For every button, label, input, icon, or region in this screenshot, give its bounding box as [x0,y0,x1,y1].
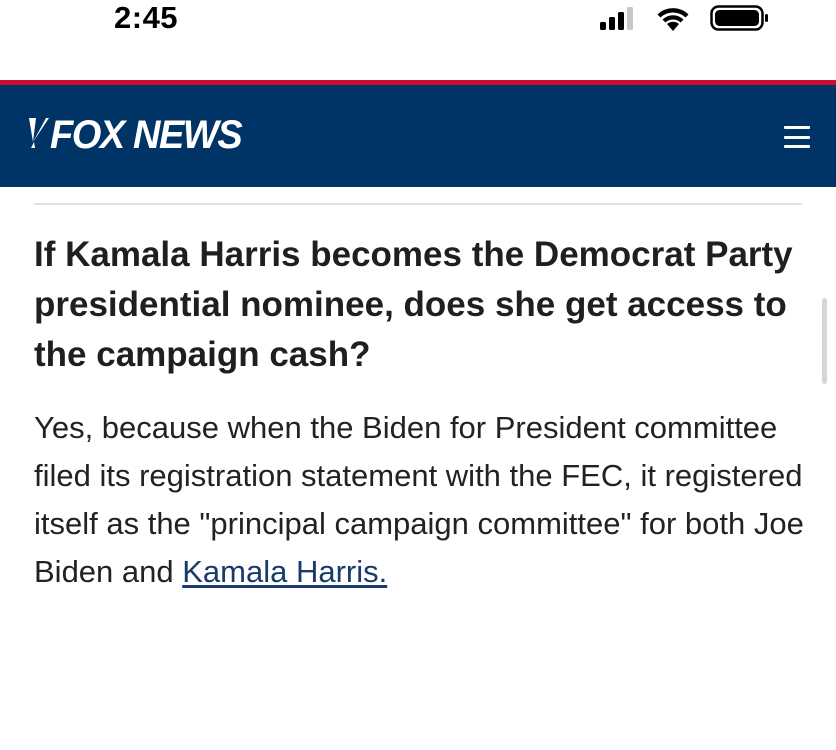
logo-text: FOX NEWS [50,113,243,157]
battery-icon [710,5,768,31]
fox-news-logo[interactable]: FOX NEWS [26,113,251,158]
content-divider [34,203,802,205]
scrollbar[interactable] [822,298,827,384]
status-time: 2:45 [114,0,179,35]
kamala-harris-link[interactable]: Kamala Harris. [182,554,387,589]
wifi-icon [657,8,689,31]
article-body: Yes, because when the Biden for Presiden… [34,404,809,596]
status-bar: 2:45 [0,0,836,80]
article-body-text: Yes, because when the Biden for Presiden… [34,410,804,589]
site-header: FOX NEWS [0,85,836,187]
article-heading: If Kamala Harris becomes the Democrat Pa… [34,235,793,374]
status-icons [600,4,770,32]
cellular-signal-icon [600,7,633,30]
hamburger-menu-icon[interactable] [784,126,810,148]
fox-searchlight-icon [29,117,49,148]
